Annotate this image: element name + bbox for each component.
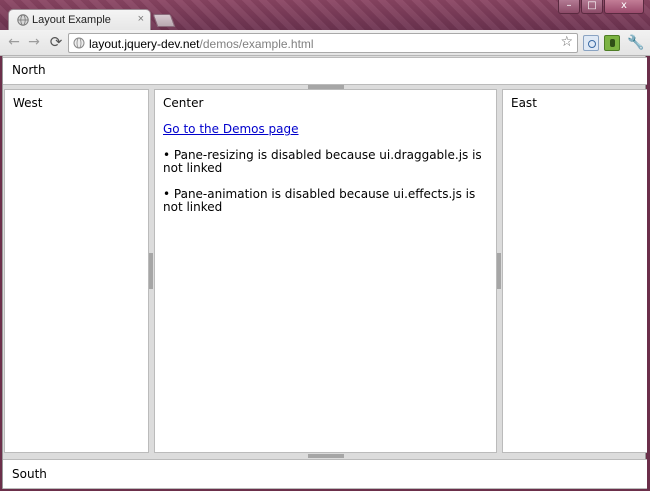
new-tab-button[interactable] [152,14,176,27]
url-path: /demos/example.html [199,37,314,51]
url-host: layout.jquery-dev.net [89,37,200,51]
tab-title: Layout Example [32,14,111,26]
west-resizer-handle[interactable] [149,253,153,289]
maximize-button[interactable]: □ [581,0,603,14]
close-window-button[interactable]: x [604,0,644,14]
demos-page-link[interactable]: Go to the Demos page [163,122,299,136]
globe-icon [17,14,29,26]
east-pane: East [502,89,647,453]
south-pane: South [3,459,647,489]
address-bar[interactable]: layout.jquery-dev.net/demos/example.html… [68,33,578,53]
north-label: North [12,63,46,77]
forward-arrow-icon[interactable]: → [26,34,42,50]
wrench-menu-icon[interactable]: 🔧 [627,35,644,51]
east-label: East [511,96,537,110]
west-pane: West [4,89,149,453]
south-resizer-handle[interactable] [308,454,344,458]
reload-icon[interactable]: ⟳ [48,34,64,50]
url-text[interactable]: layout.jquery-dev.net/demos/example.html [89,37,314,51]
window-titlebar: Layout Example × – □ x [0,0,650,31]
back-arrow-icon[interactable]: ← [6,34,22,50]
window-controls: – □ x [557,0,644,14]
page-icon [73,37,85,49]
center-label: Center [163,96,204,110]
east-resizer-handle[interactable] [497,253,501,289]
center-pane: Center Go to the Demos page • Pane-resiz… [154,89,497,453]
browser-tab[interactable]: Layout Example × [8,9,151,31]
minimize-button[interactable]: – [558,0,580,14]
tab-close-icon[interactable]: × [138,13,144,25]
bookmark-star-icon[interactable]: ☆ [560,34,573,50]
page-viewport: North West Center Go to the Demos page •… [2,56,647,489]
north-pane: North [3,57,647,85]
west-label: West [13,96,43,110]
animation-note: • Pane-animation is disabled because ui.… [163,187,476,214]
browser-toolbar: ← → ⟳ layout.jquery-dev.net/demos/exampl… [0,30,650,56]
south-label: South [12,467,47,481]
extension-icon[interactable] [583,35,599,51]
evernote-extension-icon[interactable] [604,35,620,51]
resizing-note: • Pane-resizing is disabled because ui.d… [163,148,482,175]
